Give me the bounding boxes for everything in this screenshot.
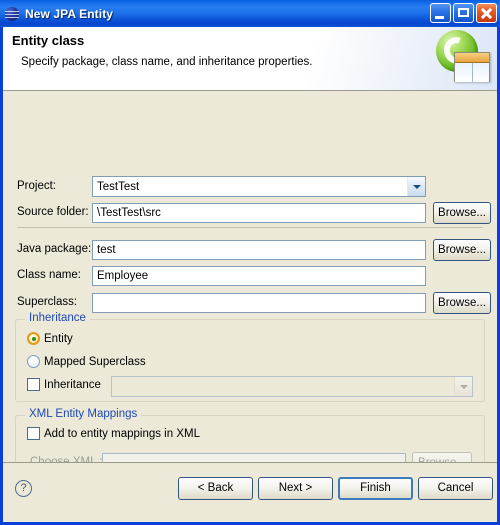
window-title: New JPA Entity — [25, 6, 114, 21]
project-combo[interactable]: TestTest — [92, 176, 426, 197]
mapped-superclass-radio-label: Mapped Superclass — [44, 355, 146, 368]
superclass-label: Superclass: — [17, 296, 78, 308]
cancel-button[interactable]: Cancel — [418, 477, 493, 500]
java-package-browse-button[interactable]: Browse... — [433, 239, 491, 261]
new-jpa-entity-dialog: New JPA Entity Entity class Specify pack… — [0, 0, 500, 525]
back-button[interactable]: < Back — [178, 477, 253, 500]
java-package-label: Java package: — [17, 243, 92, 255]
title-bar[interactable]: New JPA Entity — [0, 0, 500, 27]
finish-button[interactable]: Finish — [338, 477, 413, 500]
project-combo-value: TestTest — [97, 180, 140, 193]
page-title: Entity class — [12, 33, 85, 48]
section-divider — [17, 227, 483, 228]
jpa-entity-wizard-icon — [434, 30, 492, 88]
mapped-superclass-radio[interactable] — [27, 355, 40, 368]
add-to-mappings-checkbox[interactable] — [27, 427, 40, 440]
form-body: Project: TestTest Source folder: Browse.… — [3, 91, 497, 483]
wizard-banner: Entity class Specify package, class name… — [3, 27, 497, 91]
entity-radio[interactable] — [27, 332, 40, 345]
window-controls — [430, 3, 497, 23]
java-package-input[interactable] — [92, 240, 426, 260]
maximize-button[interactable] — [453, 3, 474, 23]
superclass-browse-button[interactable]: Browse... — [433, 292, 491, 314]
page-subtitle: Specify package, class name, and inherit… — [21, 56, 313, 68]
entity-radio-row[interactable]: Entity — [27, 332, 73, 345]
add-to-mappings-label: Add to entity mappings in XML — [44, 427, 200, 440]
dialog-footer: ? < Back Next > Finish Cancel — [3, 462, 497, 522]
xml-group-legend: XML Entity Mappings — [25, 408, 142, 420]
class-name-input[interactable] — [92, 266, 426, 286]
help-icon[interactable]: ? — [15, 480, 32, 497]
inheritance-strategy-combo — [111, 376, 473, 397]
source-folder-label: Source folder: — [17, 206, 89, 218]
inheritance-checkbox-label: Inheritance — [44, 378, 101, 391]
next-button[interactable]: Next > — [258, 477, 333, 500]
jpa-sphere-icon — [4, 6, 20, 22]
inheritance-checkbox-row[interactable]: Inheritance — [27, 378, 101, 391]
add-to-mappings-checkbox-row[interactable]: Add to entity mappings in XML — [27, 427, 200, 440]
dialog-client-area: Entity class Specify package, class name… — [3, 27, 497, 522]
chevron-down-icon[interactable] — [407, 177, 425, 196]
class-name-label: Class name: — [17, 269, 81, 281]
source-folder-browse-button[interactable]: Browse... — [433, 202, 491, 224]
project-label: Project: — [17, 180, 56, 192]
mapped-superclass-radio-row[interactable]: Mapped Superclass — [27, 355, 146, 368]
inheritance-group-legend: Inheritance — [25, 312, 90, 324]
minimize-button[interactable] — [430, 3, 451, 23]
source-folder-input[interactable] — [92, 203, 426, 223]
inheritance-checkbox[interactable] — [27, 378, 40, 391]
close-button[interactable] — [476, 3, 497, 23]
superclass-input[interactable] — [92, 293, 426, 313]
chevron-down-icon — [454, 377, 472, 396]
entity-radio-label: Entity — [44, 332, 73, 345]
